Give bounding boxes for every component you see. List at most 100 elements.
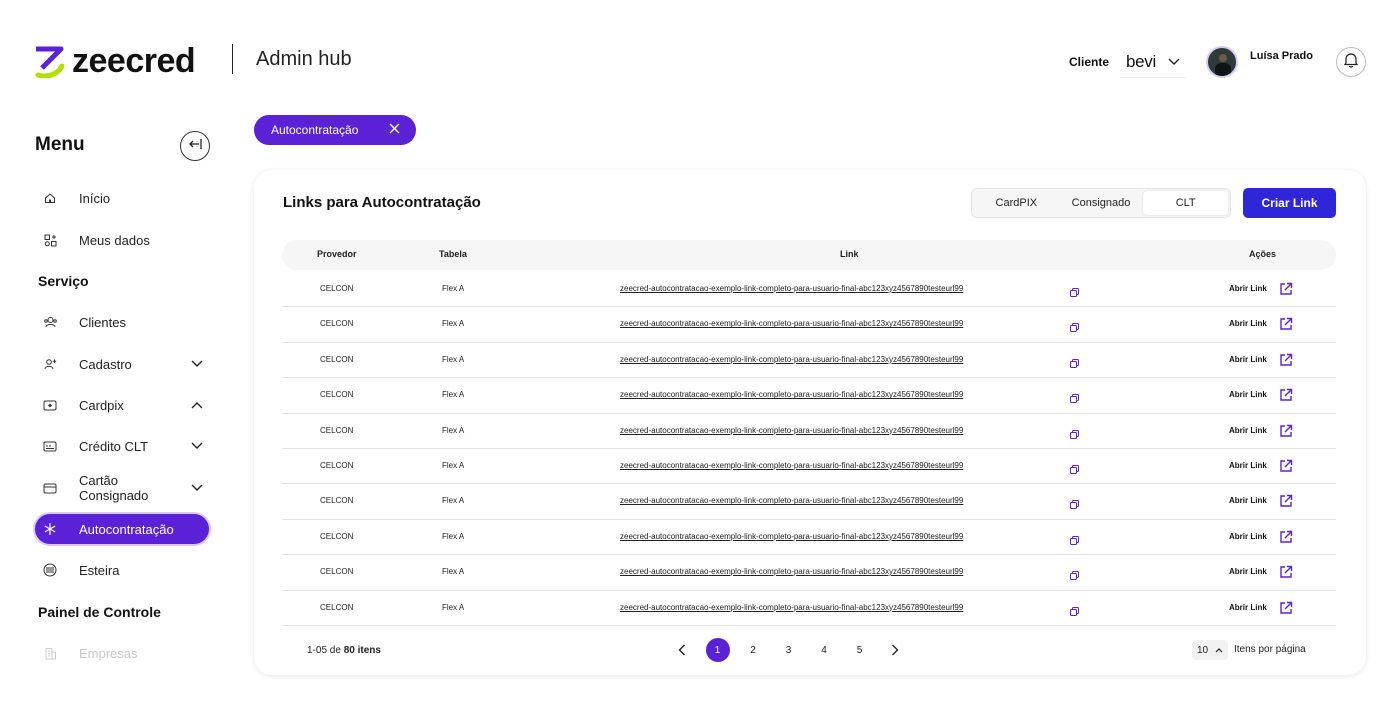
items-per-page-select[interactable]: 10 [1192, 640, 1228, 660]
cell-provider: CELCON [320, 602, 354, 612]
sidebar-item-cartao-consignado[interactable]: Cartão Consignado [35, 473, 209, 503]
external-link-icon[interactable] [1279, 388, 1293, 407]
sidebar-item-label: Cardpix [79, 397, 124, 413]
cell-link[interactable]: zeecred-autocontratacao-exemplo-link-com… [620, 390, 963, 399]
table-header: Provedor Tabela Link Ações [282, 240, 1336, 270]
sidebar-item-clientes[interactable]: Clientes [35, 307, 209, 337]
cell-table: Flex A [442, 319, 465, 329]
external-link-icon[interactable] [1279, 494, 1293, 513]
external-link-icon[interactable] [1279, 565, 1293, 584]
sidebar-item-esteira[interactable]: Esteira [35, 555, 209, 585]
sidebar-item-empresas[interactable]: Empresas [35, 638, 209, 668]
table-body: CELCON Flex A zeecred-autocontratacao-ex… [282, 272, 1336, 626]
open-link-button[interactable]: Abrir Link [1229, 532, 1267, 541]
open-link-button[interactable]: Abrir Link [1229, 284, 1267, 293]
table-row: CELCON Flex A zeecred-autocontratacao-ex… [282, 378, 1336, 414]
cell-link[interactable]: zeecred-autocontratacao-exemplo-link-com… [620, 532, 963, 541]
copy-icon[interactable] [1070, 319, 1079, 337]
tab-cardpix[interactable]: CardPIX [974, 191, 1059, 215]
cell-link[interactable]: zeecred-autocontratacao-exemplo-link-com… [620, 567, 963, 576]
sidebar-item-label: Crédito CLT [79, 438, 149, 454]
page-1[interactable]: 1 [705, 638, 730, 662]
cell-provider: CELCON [320, 567, 354, 577]
open-link-button[interactable]: Abrir Link [1229, 426, 1267, 435]
external-link-icon[interactable] [1279, 530, 1293, 549]
external-link-icon[interactable] [1279, 282, 1293, 301]
sidebar-item-label: Meus dados [79, 232, 150, 248]
cell-link[interactable]: zeecred-autocontratacao-exemplo-link-com… [620, 319, 963, 328]
open-link-button[interactable]: Abrir Link [1229, 390, 1267, 399]
sidebar-item-autocontratacao[interactable]: Autocontratação [35, 514, 209, 544]
cell-link[interactable]: zeecred-autocontratacao-exemplo-link-com… [620, 426, 963, 435]
open-link-button[interactable]: Abrir Link [1229, 461, 1267, 470]
sidebar-item-meus-dados[interactable]: Meus dados [35, 225, 209, 255]
items-per-page-label: Itens por página [1234, 644, 1306, 655]
copy-icon[interactable] [1070, 461, 1079, 479]
copy-icon[interactable] [1070, 496, 1079, 514]
chevron-up-icon [1215, 645, 1223, 656]
open-link-button[interactable]: Abrir Link [1229, 319, 1267, 328]
external-link-icon[interactable] [1279, 459, 1293, 478]
sidebar-item-label: Início [79, 190, 111, 206]
cell-link[interactable]: zeecred-autocontratacao-exemplo-link-com… [620, 603, 963, 612]
cell-table: Flex A [442, 567, 465, 577]
section-title-painel: Painel de Controle [38, 604, 161, 620]
tab-clt[interactable]: CLT [1143, 191, 1229, 215]
items-per-page-value: 10 [1197, 644, 1209, 656]
open-link-button[interactable]: Abrir Link [1229, 355, 1267, 364]
external-link-icon[interactable] [1279, 317, 1293, 336]
sidebar-item-label: Cartão Consignado [79, 473, 149, 503]
cell-link[interactable]: zeecred-autocontratacao-exemplo-link-com… [620, 284, 963, 293]
external-link-icon[interactable] [1279, 601, 1293, 620]
copy-icon[interactable] [1070, 532, 1079, 550]
copy-icon[interactable] [1070, 603, 1079, 621]
collapse-sidebar-button[interactable] [180, 131, 210, 161]
add-user-icon [35, 358, 65, 370]
table-row: CELCON Flex A zeecred-autocontratacao-ex… [282, 343, 1336, 379]
cell-link[interactable]: zeecred-autocontratacao-exemplo-link-com… [620, 461, 963, 470]
open-link-button[interactable]: Abrir Link [1229, 567, 1267, 576]
sidebar-item-credito-clt[interactable]: Crédito CLT [35, 431, 209, 461]
sidebar-item-inicio[interactable]: Início [35, 183, 209, 213]
page-5[interactable]: 5 [848, 638, 872, 662]
page-2[interactable]: 2 [741, 638, 765, 662]
filter-chip-label: Autocontratação [271, 123, 359, 137]
filter-chip: Autocontratação [254, 115, 416, 145]
bell-icon [1343, 52, 1359, 73]
open-link-button[interactable]: Abrir Link [1229, 603, 1267, 612]
avatar[interactable] [1206, 46, 1238, 78]
credit-card-icon [35, 440, 65, 452]
hub-title: Admin hub [256, 48, 352, 70]
sidebar-item-cadastro[interactable]: Cadastro [35, 349, 209, 379]
cell-link[interactable]: zeecred-autocontratacao-exemplo-link-com… [620, 355, 963, 364]
external-link-icon[interactable] [1279, 424, 1293, 443]
table-row: CELCON Flex A zeecred-autocontratacao-ex… [282, 272, 1336, 308]
asterisk-icon [35, 522, 65, 536]
copy-icon[interactable] [1070, 355, 1079, 373]
create-link-button[interactable]: Criar Link [1243, 188, 1336, 218]
table-row: CELCON Flex A zeecred-autocontratacao-ex… [282, 591, 1336, 626]
open-link-button[interactable]: Abrir Link [1229, 496, 1267, 505]
cell-link[interactable]: zeecred-autocontratacao-exemplo-link-com… [620, 496, 963, 505]
external-link-icon[interactable] [1279, 353, 1293, 372]
chevron-down-icon [1168, 53, 1180, 71]
next-page-icon[interactable] [883, 638, 907, 662]
copy-icon[interactable] [1070, 390, 1079, 408]
tab-consignado[interactable]: Consignado [1059, 191, 1144, 215]
copy-icon[interactable] [1070, 284, 1079, 302]
page-4[interactable]: 4 [812, 638, 836, 662]
sidebar-item-label: Clientes [79, 314, 126, 330]
cell-table: Flex A [442, 390, 465, 400]
brand-name: zeecred [72, 42, 196, 80]
page-3[interactable]: 3 [777, 638, 801, 662]
client-select[interactable]: bevi [1120, 46, 1186, 78]
sidebar-item-cardpix[interactable]: Cardpix [35, 390, 209, 420]
prev-page-icon[interactable] [670, 638, 694, 662]
copy-icon[interactable] [1070, 426, 1079, 444]
header-divider [232, 44, 233, 74]
close-icon[interactable] [389, 121, 400, 139]
zeecred-logo[interactable]: zeecred [34, 42, 196, 81]
notifications-button[interactable] [1336, 47, 1366, 77]
copy-icon[interactable] [1070, 567, 1079, 585]
column-header-table: Tabela [439, 249, 467, 259]
